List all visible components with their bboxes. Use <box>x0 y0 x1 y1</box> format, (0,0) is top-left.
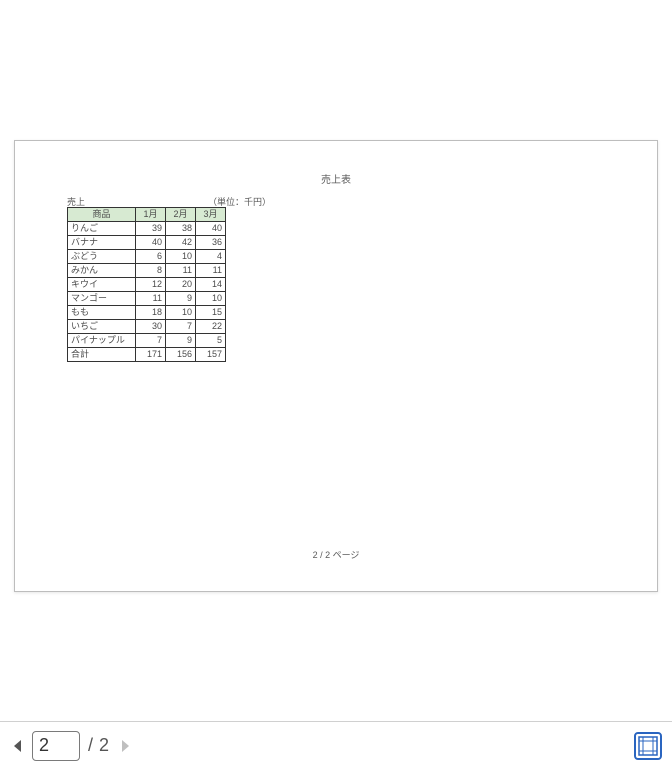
cell-product: キウイ <box>68 278 136 292</box>
cell-product: いちご <box>68 320 136 334</box>
cell-m3: 11 <box>196 264 226 278</box>
chevron-right-icon <box>119 738 131 754</box>
cell-product: りんご <box>68 222 136 236</box>
cell-m1: 6 <box>136 250 166 264</box>
cell-product: パイナップル <box>68 334 136 348</box>
cell-m3: 22 <box>196 320 226 334</box>
cell-m2: 9 <box>166 334 196 348</box>
document-title: 売上表 <box>15 171 657 186</box>
table-row: いちご30722 <box>68 320 226 334</box>
table-row: ぶどう6104 <box>68 250 226 264</box>
table-row: バナナ404236 <box>68 236 226 250</box>
cell-m2: 11 <box>166 264 196 278</box>
col-month2: 2月 <box>166 208 196 222</box>
cell-m1: 40 <box>136 236 166 250</box>
cell-product: ぶどう <box>68 250 136 264</box>
cell-m2: 42 <box>166 236 196 250</box>
top-label: 売上 <box>67 197 85 207</box>
next-page-button[interactable] <box>117 738 133 754</box>
cell-m2: 9 <box>166 292 196 306</box>
sales-table: 商品 1月 2月 3月 りんご393840バナナ404236ぶどう6104みかん… <box>67 207 226 362</box>
margins-button[interactable] <box>634 732 662 760</box>
table-header-row: 商品 1月 2月 3月 <box>68 208 226 222</box>
page-footer: 2 / 2 ページ <box>15 548 657 561</box>
cell-m3: 10 <box>196 292 226 306</box>
cell-total-m1: 171 <box>136 348 166 362</box>
table-row: みかん81111 <box>68 264 226 278</box>
table-total-row: 合計171156157 <box>68 348 226 362</box>
cell-m1: 30 <box>136 320 166 334</box>
cell-m3: 5 <box>196 334 226 348</box>
cell-m3: 15 <box>196 306 226 320</box>
pagination-toolbar: / 2 <box>0 721 672 769</box>
cell-m3: 4 <box>196 250 226 264</box>
cell-m2: 7 <box>166 320 196 334</box>
page-total: 2 <box>99 735 109 756</box>
cell-m1: 39 <box>136 222 166 236</box>
prev-page-button[interactable] <box>10 738 26 754</box>
cell-total-m2: 156 <box>166 348 196 362</box>
cell-product: みかん <box>68 264 136 278</box>
print-preview-page: 売上表 売上 （単位：千円） 商品 1月 2月 3月 りんご393840バナナ4… <box>14 140 658 592</box>
cell-m2: 10 <box>166 306 196 320</box>
table-row: マンゴー11910 <box>68 292 226 306</box>
col-month1: 1月 <box>136 208 166 222</box>
cell-product: もも <box>68 306 136 320</box>
col-product: 商品 <box>68 208 136 222</box>
cell-m1: 18 <box>136 306 166 320</box>
cell-m1: 11 <box>136 292 166 306</box>
cell-m1: 12 <box>136 278 166 292</box>
cell-total-label: 合計 <box>68 348 136 362</box>
cell-total-m3: 157 <box>196 348 226 362</box>
cell-product: マンゴー <box>68 292 136 306</box>
cell-m1: 8 <box>136 264 166 278</box>
page-separator: / <box>88 735 93 756</box>
cell-m2: 20 <box>166 278 196 292</box>
cell-m2: 38 <box>166 222 196 236</box>
table-row: パイナップル795 <box>68 334 226 348</box>
cell-m1: 7 <box>136 334 166 348</box>
page-number-input[interactable] <box>32 731 80 761</box>
table-row: もも181015 <box>68 306 226 320</box>
margins-icon <box>638 736 658 756</box>
cell-product: バナナ <box>68 236 136 250</box>
cell-m3: 40 <box>196 222 226 236</box>
col-month3: 3月 <box>196 208 226 222</box>
chevron-left-icon <box>12 738 24 754</box>
cell-m3: 14 <box>196 278 226 292</box>
table-row: りんご393840 <box>68 222 226 236</box>
table-row: キウイ122014 <box>68 278 226 292</box>
cell-m3: 36 <box>196 236 226 250</box>
cell-m2: 10 <box>166 250 196 264</box>
